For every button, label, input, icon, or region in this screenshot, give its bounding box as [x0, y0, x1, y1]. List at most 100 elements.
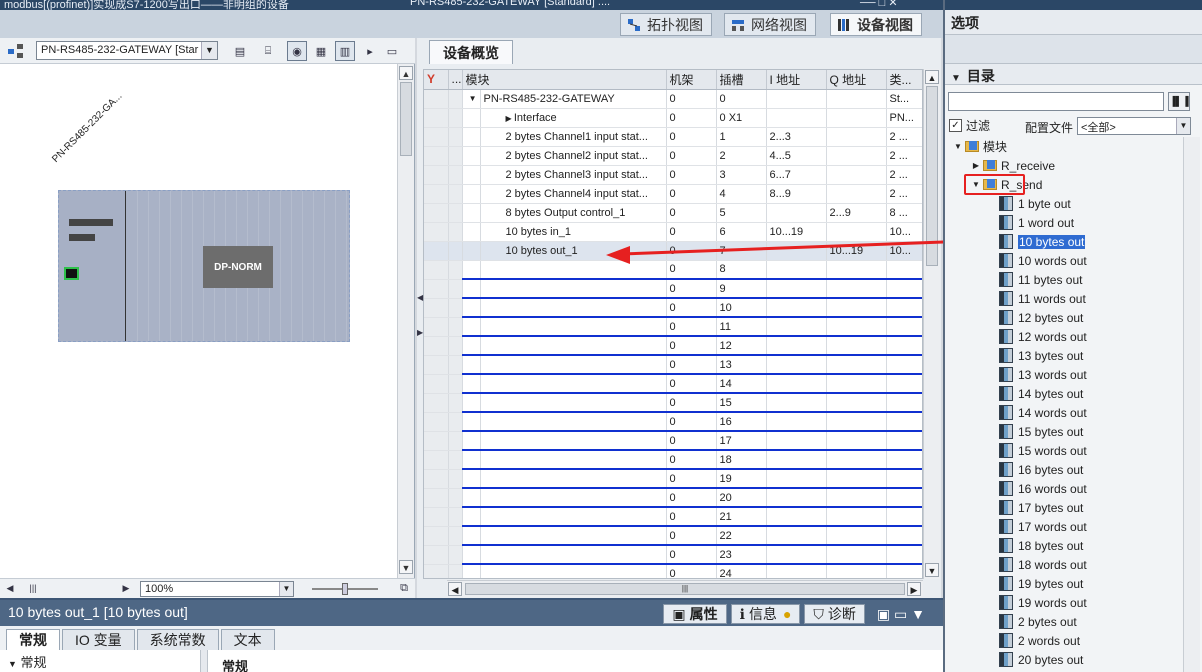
tab-device-overview[interactable]: 设备概览 — [429, 40, 513, 64]
splitter-left-icon[interactable]: ◀ — [417, 293, 423, 307]
table-row[interactable]: 0 12 — [424, 336, 922, 356]
profile-select[interactable]: <全部> ▼ — [1077, 117, 1191, 135]
module-list-icon[interactable]: ▤ — [230, 41, 250, 61]
tab-general[interactable]: 常规 — [6, 629, 60, 650]
row-expand-cell[interactable] — [462, 127, 481, 147]
row-expand-cell[interactable] — [462, 165, 481, 185]
table-row[interactable]: 0 11 — [424, 317, 922, 337]
catalog-module-item[interactable]: 12 words out — [945, 327, 1202, 346]
row-expand-cell[interactable] — [462, 450, 481, 470]
row-expand-cell[interactable] — [462, 374, 481, 394]
options-header[interactable]: 选项 — [945, 10, 1202, 35]
table-row[interactable]: ▶ Interface 0 0 X1 PN... — [424, 108, 922, 128]
module-cell[interactable] — [480, 412, 667, 432]
tab-topology-view[interactable]: 拓扑视图 — [620, 13, 712, 36]
expand-arrow-icon[interactable]: ▼ — [953, 142, 963, 151]
device-select[interactable]: PN-RS485-232-GATEWAY [Star ▼ — [36, 41, 218, 60]
module-cell[interactable] — [480, 507, 667, 527]
splitter-right-icon[interactable]: ▶ — [417, 328, 423, 342]
row-expand-cell[interactable] — [462, 241, 481, 261]
tab-device-view[interactable]: 设备视图 — [830, 13, 922, 36]
overview-vertical-scrollbar[interactable]: ▲ ▼ — [923, 69, 940, 579]
nav-item-general[interactable]: ▼ 常规 — [8, 652, 47, 671]
module-cell[interactable]: 2 bytes Channel3 input stat... — [480, 165, 667, 185]
row-expand-cell[interactable] — [462, 203, 481, 223]
module-cell[interactable] — [480, 450, 667, 470]
catalog-module-item[interactable]: 12 bytes out — [945, 308, 1202, 327]
filter-checkbox[interactable]: ✓ 过滤 — [949, 117, 990, 134]
grid-icon[interactable]: ▦ — [311, 41, 331, 61]
table-row[interactable]: 09 — [424, 279, 922, 299]
profinet-port-icon[interactable] — [64, 267, 79, 280]
catalog-module-item[interactable]: 10 bytes out — [945, 232, 1202, 251]
catalog-module-item[interactable]: 1 word out — [945, 213, 1202, 232]
table-row[interactable]: 0 18 — [424, 450, 922, 470]
row-expand-cell[interactable] — [462, 564, 481, 578]
catalog-module-item[interactable]: 14 bytes out — [945, 384, 1202, 403]
column-header-q-address[interactable]: Q 地址 — [826, 70, 887, 90]
row-expand-cell[interactable] — [462, 431, 481, 451]
table-row[interactable]: 2 bytes Channel2 input stat... 0 2 4...5 2 .… — [424, 146, 922, 166]
module-cell[interactable]: 2 bytes Channel4 input stat... — [480, 184, 667, 204]
catalog-module-item[interactable]: 20 bytes out — [945, 650, 1202, 669]
catalog-module-item[interactable]: 1 byte out — [945, 194, 1202, 213]
table-row[interactable]: 0 23 — [424, 545, 922, 565]
zoom-select[interactable]: 100% ▼ — [140, 581, 294, 597]
layout-icon[interactable]: ▥ — [335, 41, 355, 61]
module-cell[interactable] — [480, 469, 667, 489]
row-expand-cell[interactable] — [462, 298, 481, 318]
inspector-splitter[interactable] — [200, 650, 208, 672]
catalog-module-item[interactable]: 19 bytes out — [945, 574, 1202, 593]
scroll-thumb[interactable]: ||| — [465, 583, 905, 595]
catalog-module-item[interactable]: 11 words out — [945, 289, 1202, 308]
tab-properties[interactable]: ▣ 属性 — [663, 604, 727, 624]
module-cell[interactable]: ▶ Interface — [480, 108, 667, 128]
table-row[interactable]: 0 14 — [424, 374, 922, 394]
column-header-module[interactable]: 模块 — [462, 70, 667, 90]
row-expand-cell[interactable] — [462, 260, 481, 280]
device-tree-icon[interactable] — [6, 41, 26, 61]
module-cell[interactable] — [480, 374, 667, 394]
row-expand-cell[interactable] — [462, 488, 481, 508]
module-cell[interactable] — [480, 279, 667, 299]
row-expand-cell[interactable] — [462, 355, 481, 375]
overview-horizontal-scrollbar[interactable]: ◀ ||| ▶ — [447, 580, 923, 597]
table-row[interactable]: 0 20 — [424, 488, 922, 508]
overview-navigation-icon[interactable]: ⧉ — [395, 579, 413, 597]
row-expand-cell[interactable] — [462, 393, 481, 413]
row-expand-cell[interactable] — [462, 336, 481, 356]
row-expand-cell[interactable] — [462, 279, 481, 299]
catalog-scrollbar[interactable] — [1183, 137, 1200, 672]
table-row[interactable]: 2 bytes Channel3 input stat... 0 3 6...7 2 .… — [424, 165, 922, 185]
table-row[interactable]: ▼ PN-RS485-232-GATEWAY 0 0 St... — [424, 89, 922, 109]
module-cell[interactable] — [480, 393, 667, 413]
module-cell[interactable]: 2 bytes Channel2 input stat... — [480, 146, 667, 166]
row-expand-cell[interactable] — [462, 146, 481, 166]
expand-arrow-icon[interactable]: ▸ — [360, 41, 380, 61]
catalog-module-item[interactable]: 2 words out — [945, 631, 1202, 650]
module-cell[interactable] — [480, 545, 667, 565]
tab-system-constants[interactable]: 系统常数 — [136, 629, 219, 650]
catalog-module-item[interactable]: 15 words out — [945, 441, 1202, 460]
catalog-module-item[interactable]: 10 words out — [945, 251, 1202, 270]
catalog-module-item[interactable]: 19 words out — [945, 593, 1202, 612]
row-expand-cell[interactable] — [462, 469, 481, 489]
column-header-rack[interactable]: 机架 — [666, 70, 717, 90]
row-expand-cell[interactable]: ▼ — [462, 89, 481, 109]
table-row[interactable]: 0 17 — [424, 431, 922, 451]
scroll-down-icon[interactable]: ▼ — [925, 563, 939, 577]
table-row[interactable]: 0 13 — [424, 355, 922, 375]
catalog-module-item[interactable]: 2 bytes out — [945, 612, 1202, 631]
table-row[interactable]: 0 16 — [424, 412, 922, 432]
table-row[interactable]: 0 22 — [424, 526, 922, 546]
head-module[interactable] — [59, 191, 126, 341]
device-rack[interactable]: DP-NORM — [58, 190, 350, 342]
module-cell[interactable] — [480, 317, 667, 337]
catalog-header[interactable]: ▼ 目录 — [945, 63, 1202, 85]
column-header-i-address[interactable]: I 地址 — [766, 70, 827, 90]
catalog-module-item[interactable]: 11 bytes out — [945, 270, 1202, 289]
table-row[interactable]: 0 24 — [424, 564, 922, 578]
checkbox-checked-icon[interactable]: ✓ — [949, 119, 962, 132]
table-row[interactable]: 8 bytes Output control_1 0 5 2...9 8 ... — [424, 203, 922, 223]
scroll-down-icon[interactable]: ▼ — [399, 560, 413, 574]
